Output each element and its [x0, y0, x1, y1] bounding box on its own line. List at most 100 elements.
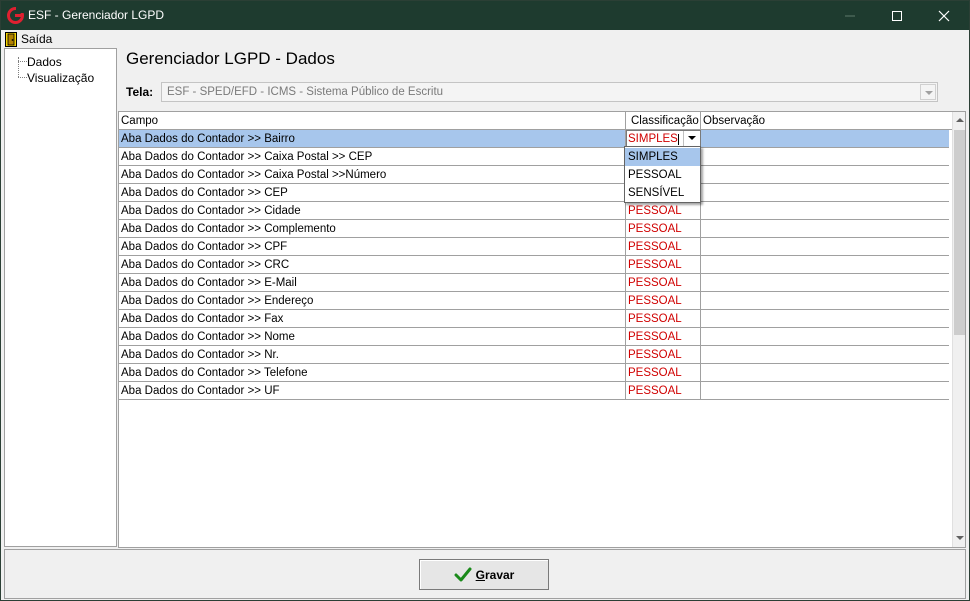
grid-header: Campo Classificação Observação	[119, 112, 952, 130]
cell-campo[interactable]: Aba Dados do Contador >> Complemento	[119, 220, 626, 237]
tree-branch-line	[5, 54, 27, 69]
cell-observacao[interactable]	[701, 184, 949, 201]
cell-classificacao[interactable]: PESSOAL	[626, 310, 701, 327]
maximize-button[interactable]	[874, 1, 920, 30]
close-button[interactable]	[921, 1, 967, 30]
cell-campo[interactable]: Aba Dados do Contador >> Telefone	[119, 364, 626, 381]
cell-campo[interactable]: Aba Dados do Contador >> Nr.	[119, 346, 626, 363]
minimize-icon	[845, 15, 855, 17]
save-button-mnemonic: G	[475, 567, 485, 582]
cell-observacao[interactable]	[701, 364, 949, 381]
table-row[interactable]: Aba Dados do Contador >> Caixa Postal >>…	[119, 166, 949, 184]
chevron-up-icon	[956, 118, 964, 122]
cell-campo[interactable]: Aba Dados do Contador >> Cidade	[119, 202, 626, 219]
data-grid: Campo Classificação Observação Aba Dados…	[118, 111, 966, 548]
table-row[interactable]: Aba Dados do Contador >> UF PESSOAL	[119, 382, 949, 400]
app-logo-icon	[7, 7, 24, 24]
tree-item-dados[interactable]: Dados	[5, 54, 62, 69]
cell-classificacao[interactable]: PESSOAL	[626, 364, 701, 381]
save-button[interactable]: Gravar	[419, 559, 549, 590]
table-row[interactable]: Aba Dados do Contador >> Cidade PESSOAL	[119, 202, 949, 220]
vertical-scrollbar[interactable]	[952, 112, 965, 547]
table-row[interactable]: Aba Dados do Contador >> CPF PESSOAL	[119, 238, 949, 256]
column-header-observacao[interactable]: Observação	[701, 112, 952, 130]
checkmark-icon	[454, 567, 472, 581]
cell-campo[interactable]: Aba Dados do Contador >> Nome	[119, 328, 626, 345]
column-header-campo[interactable]: Campo	[119, 112, 626, 130]
cell-campo[interactable]: Aba Dados do Contador >> Fax	[119, 310, 626, 327]
cell-classificacao[interactable]: PESSOAL	[626, 202, 701, 219]
menu-exit-label: Saída	[21, 32, 53, 46]
cell-observacao[interactable]	[701, 220, 949, 237]
cell-campo[interactable]: Aba Dados do Contador >> Endereço	[119, 292, 626, 309]
tela-select[interactable]: ESF - SPED/EFD - ICMS - Sistema Público …	[161, 82, 938, 102]
cell-classificacao[interactable]: PESSOAL	[626, 220, 701, 237]
tree-branch-line	[5, 70, 27, 85]
cell-classificacao[interactable]: PESSOAL	[626, 274, 701, 291]
table-row[interactable]: Aba Dados do Contador >> Nr. PESSOAL	[119, 346, 949, 364]
classification-dropdown-button[interactable]	[683, 131, 700, 146]
cell-campo[interactable]: Aba Dados do Contador >> CPF	[119, 238, 626, 255]
table-row[interactable]: Aba Dados do Contador >> Fax PESSOAL	[119, 310, 949, 328]
cell-observacao[interactable]	[701, 166, 949, 183]
table-row[interactable]: Aba Dados do Contador >> Telefone PESSOA…	[119, 364, 949, 382]
cell-observacao[interactable]	[701, 130, 949, 147]
table-row[interactable]: Aba Dados do Contador >> Caixa Postal >>…	[119, 148, 949, 166]
column-header-classificacao[interactable]: Classificação	[626, 112, 701, 130]
cell-observacao[interactable]	[701, 310, 949, 327]
minimize-button[interactable]	[827, 1, 873, 30]
table-row[interactable]: Aba Dados do Contador >> Nome PESSOAL	[119, 328, 949, 346]
table-row[interactable]: Aba Dados do Contador >> Bairro SIMPLES	[119, 130, 949, 148]
cell-classificacao[interactable]: PESSOAL	[626, 256, 701, 273]
cell-classificacao[interactable]: PESSOAL	[626, 382, 701, 399]
cell-classificacao[interactable]: PESSOAL	[626, 292, 701, 309]
tela-select-value: ESF - SPED/EFD - ICMS - Sistema Público …	[167, 86, 444, 98]
table-row[interactable]: Aba Dados do Contador >> CRC PESSOAL	[119, 256, 949, 274]
app-window: ESF - Gerenciador LGPD Saída Dados Visua…	[0, 0, 970, 601]
cell-observacao[interactable]	[701, 382, 949, 399]
cell-observacao[interactable]	[701, 202, 949, 219]
table-row[interactable]: Aba Dados do Contador >> Complemento PES…	[119, 220, 949, 238]
cell-observacao[interactable]	[701, 292, 949, 309]
close-icon	[938, 10, 950, 22]
cell-classificacao[interactable]: PESSOAL	[626, 346, 701, 363]
cell-classificacao[interactable]: PESSOAL	[626, 238, 701, 255]
cell-observacao[interactable]	[701, 346, 949, 363]
navigation-tree: Dados Visualização	[4, 48, 117, 547]
dropdown-option-pessoal[interactable]: PESSOAL	[625, 166, 700, 184]
scroll-down-button[interactable]	[953, 530, 965, 547]
table-row[interactable]: Aba Dados do Contador >> CEP	[119, 184, 949, 202]
exit-door-icon	[5, 31, 17, 47]
cell-observacao[interactable]	[701, 328, 949, 345]
cell-campo[interactable]: Aba Dados do Contador >> Caixa Postal >>…	[119, 148, 626, 165]
cell-observacao[interactable]	[701, 148, 949, 165]
cell-classificacao[interactable]: PESSOAL	[626, 328, 701, 345]
table-row[interactable]: Aba Dados do Contador >> Endereço PESSOA…	[119, 292, 949, 310]
scrollbar-thumb[interactable]	[954, 130, 965, 335]
dropdown-option-sensivel[interactable]: SENSÍVEL	[625, 184, 700, 202]
tree-item-visualizacao[interactable]: Visualização	[5, 70, 94, 85]
title-bar[interactable]: ESF - Gerenciador LGPD	[1, 1, 969, 30]
classification-dropdown-list: SIMPLES PESSOAL SENSÍVEL	[624, 146, 701, 203]
cell-campo[interactable]: Aba Dados do Contador >> CEP	[119, 184, 626, 201]
cell-observacao[interactable]	[701, 256, 949, 273]
cell-observacao[interactable]	[701, 274, 949, 291]
dropdown-option-simples[interactable]: SIMPLES	[625, 148, 700, 166]
menu-exit[interactable]: Saída	[5, 31, 52, 47]
cell-campo[interactable]: Aba Dados do Contador >> E-Mail	[119, 274, 626, 291]
cell-campo[interactable]: Aba Dados do Contador >> UF	[119, 382, 626, 399]
classification-combobox-value: SIMPLES	[628, 133, 678, 145]
tela-label: Tela:	[126, 85, 154, 99]
cell-observacao[interactable]	[701, 238, 949, 255]
classification-combobox[interactable]: SIMPLES	[626, 130, 701, 147]
tela-dropdown-button[interactable]	[920, 84, 936, 100]
window-title: ESF - Gerenciador LGPD	[28, 8, 165, 22]
cell-campo[interactable]: Aba Dados do Contador >> CRC	[119, 256, 626, 273]
cell-campo[interactable]: Aba Dados do Contador >> Bairro	[119, 130, 626, 147]
scroll-up-button[interactable]	[953, 112, 965, 129]
cell-campo[interactable]: Aba Dados do Contador >> Caixa Postal >>…	[119, 166, 626, 183]
table-row[interactable]: Aba Dados do Contador >> E-Mail PESSOAL	[119, 274, 949, 292]
menu-bar: Saída	[2, 30, 968, 48]
chevron-down-icon	[956, 536, 964, 540]
page-title: Gerenciador LGPD - Dados	[126, 49, 335, 68]
